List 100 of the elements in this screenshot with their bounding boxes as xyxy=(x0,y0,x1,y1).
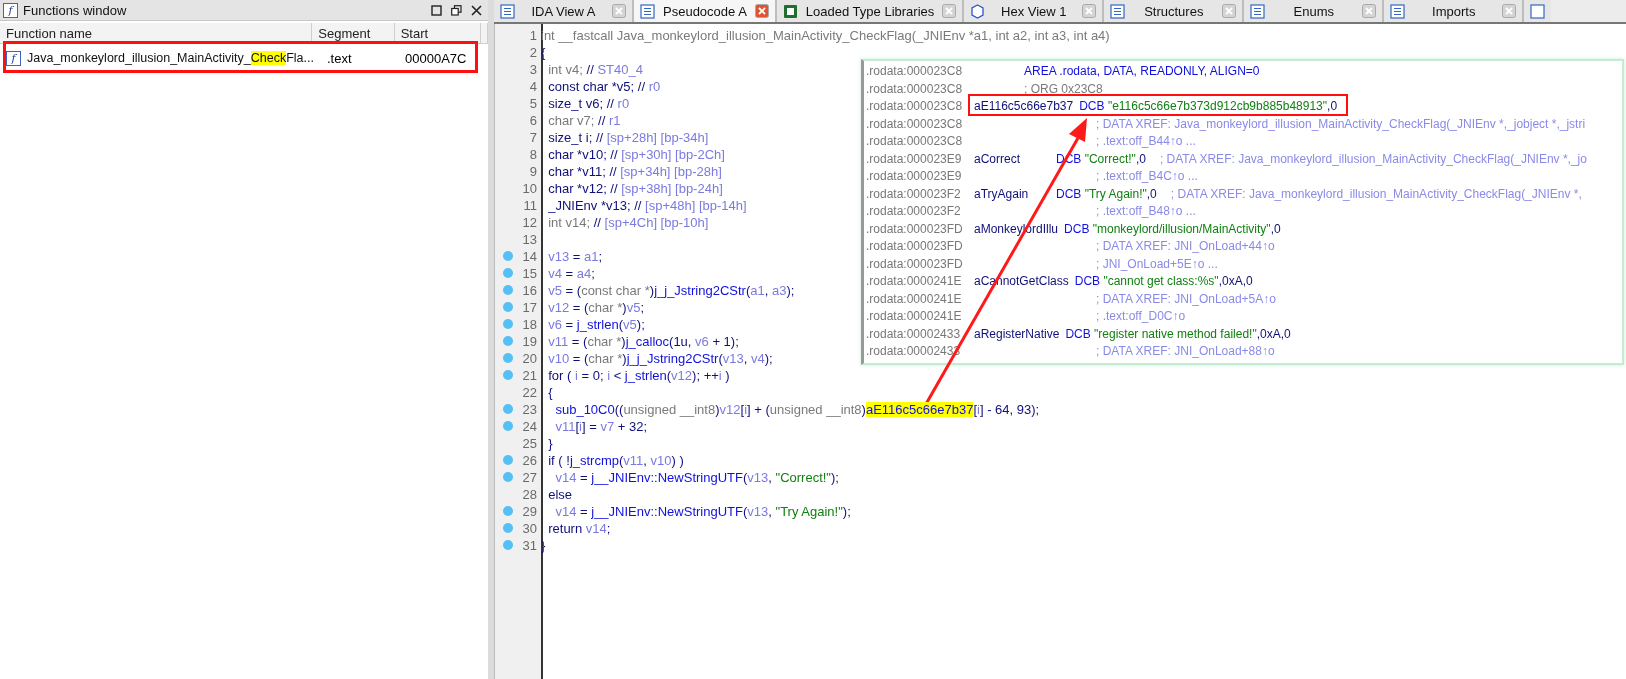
variable-text: v12 xyxy=(719,402,741,417)
code-text: } xyxy=(547,436,553,451)
variable-text: [sp+30h] [bp-2Ch] xyxy=(621,147,725,162)
type-text: char v7; xyxy=(547,113,596,128)
line-number: 26 xyxy=(522,453,537,468)
window-icon xyxy=(640,3,655,19)
code-text: ,0 xyxy=(1146,185,1157,203)
tab[interactable]: IDA View A xyxy=(494,0,634,22)
code-text: ] + ( xyxy=(747,402,770,417)
line-number: 15 xyxy=(522,266,537,281)
function-name: sub_10C0 xyxy=(554,402,615,417)
tab[interactable]: Enums xyxy=(1244,0,1385,22)
line-number: 13 xyxy=(522,232,537,247)
label-text: aRegisterNative xyxy=(974,325,1060,343)
directive-text: DCB xyxy=(1079,98,1106,115)
line-number: 2 xyxy=(529,45,537,60)
code-text: // xyxy=(593,215,602,230)
address-text: .rodata:000023C8 xyxy=(865,63,964,80)
code-text: ) xyxy=(861,402,866,417)
code-text: , xyxy=(743,351,749,366)
directive-text: DCB xyxy=(1064,220,1091,238)
code-text: , xyxy=(643,453,648,468)
float-icon[interactable] xyxy=(451,4,462,16)
code-text: ) xyxy=(622,351,627,366)
code-text: [ xyxy=(973,402,978,417)
code-text: ) xyxy=(622,300,627,315)
variable-text: v14 xyxy=(554,470,577,485)
window-icon xyxy=(1530,3,1546,19)
tab[interactable]: Imports xyxy=(1384,0,1525,22)
tab[interactable]: Loaded Type Libraries xyxy=(776,0,965,22)
tab[interactable]: Hex View 1 xyxy=(964,0,1105,22)
line-number: 24 xyxy=(522,419,537,434)
code-text: , xyxy=(768,504,773,519)
column-header[interactable]: Start xyxy=(394,23,481,43)
label-text: aTryAgain xyxy=(974,185,1030,203)
line-number: 6 xyxy=(529,113,537,128)
line-number: 7 xyxy=(529,130,537,145)
code-text: = xyxy=(564,317,575,332)
line-number: 12 xyxy=(522,215,537,230)
tab[interactable]: Pseudocode A xyxy=(634,0,777,22)
line-number: 31 xyxy=(522,538,537,553)
variable-text: v4 xyxy=(547,266,562,281)
code-text: ); xyxy=(831,470,839,485)
variable-text: [sp+4Ch] [bp-10h] xyxy=(604,215,709,230)
line-number: 22 xyxy=(522,385,537,400)
address-text: .rodata:00002433 xyxy=(865,325,962,343)
function-name: j_calloc xyxy=(625,334,670,349)
address-text: .rodata:000023E9 xyxy=(865,150,963,168)
code-text: ,0 xyxy=(1135,150,1146,168)
code-text: ( xyxy=(618,317,624,332)
tab[interactable]: Structures xyxy=(1104,0,1245,22)
address-text: .rodata:0000241E xyxy=(865,308,963,325)
variable-text: [sp+34h] [bp-28h] xyxy=(620,164,722,179)
code-text: char *v10; // xyxy=(547,147,619,162)
type-text: ; ORG 0x23C8 xyxy=(1024,81,1103,96)
column-header[interactable]: Function name xyxy=(0,23,313,43)
type-text: int v14; xyxy=(547,215,592,230)
address-text: .rodata:000023FD xyxy=(865,238,964,255)
line-number: 18 xyxy=(522,317,537,332)
close-icon[interactable] xyxy=(471,4,482,16)
variable-text: v5 xyxy=(547,283,562,298)
maximize-icon[interactable] xyxy=(431,4,442,16)
code-text: ; xyxy=(591,266,595,281)
variable-text: r1 xyxy=(608,113,621,128)
function-name: j__JNIEnv::NewStringUTF xyxy=(591,470,743,485)
string-literal: "monkeylord/illusion/MainActivity" xyxy=(1092,220,1271,238)
variable-text: v11 xyxy=(547,334,569,349)
function-icon: f xyxy=(3,2,18,18)
string-literal: "register native method failed!" xyxy=(1094,325,1257,343)
code-text: = xyxy=(579,504,589,519)
column-header[interactable]: Segment xyxy=(312,23,395,43)
xref-comment: ; DATA XREF: JNI_OnLoad+5A↑o xyxy=(1095,290,1276,308)
window-icon xyxy=(782,3,798,19)
code-text: [ xyxy=(575,419,580,434)
code-text: return xyxy=(547,521,584,536)
function-row[interactable]: f Java_monkeylord_illusion_MainActivity_CheckFla... .text 00000A7C xyxy=(0,47,488,69)
window-icon xyxy=(500,3,515,19)
line-number: 4 xyxy=(529,79,537,94)
xref-comment: ; DATA XREF: Java_monkeylord_illusion_MainActivity_CheckFlag(_JNIEnv *, xyxy=(1170,185,1582,203)
code-text: else xyxy=(547,487,573,502)
directive-text: DCB xyxy=(1065,325,1092,343)
code-text: { xyxy=(547,385,553,400)
code-text: ; xyxy=(598,249,603,264)
variable-text: a1 xyxy=(750,283,765,298)
xref-comment: ; DATA XREF: JNI_OnLoad+88↑o xyxy=(1095,343,1275,360)
code-text: ( xyxy=(718,351,723,366)
xref-comment: ; .text:off_D0C↑o xyxy=(1095,308,1186,325)
code-text: ; xyxy=(640,300,644,315)
variable-text: v14 xyxy=(585,521,607,536)
xref-comment: ; DATA XREF: JNI_OnLoad+44↑o xyxy=(1095,238,1275,255)
variable-text: i xyxy=(977,402,980,417)
code-text: const char *v5; // xyxy=(547,79,647,94)
code-text: ,0 xyxy=(1270,220,1281,238)
code-text: ,0 xyxy=(1327,98,1338,115)
label-text: aCorrect xyxy=(974,150,1021,168)
code-text: ] - 64, 93); xyxy=(979,402,1040,417)
function-name: j__JNIEnv::NewStringUTF xyxy=(591,504,743,519)
code-text: size_t i; // xyxy=(547,130,605,145)
code-text: ); xyxy=(842,504,851,519)
line-number: 29 xyxy=(522,504,537,519)
